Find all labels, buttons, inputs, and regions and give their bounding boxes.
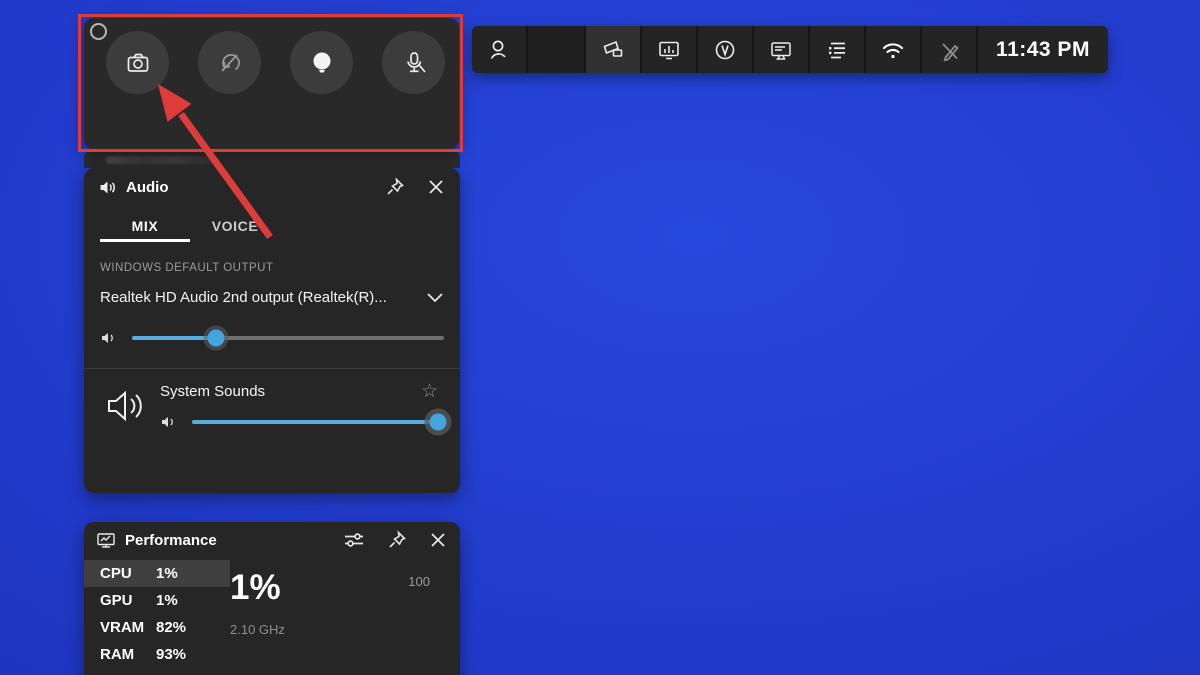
- metric-label: RAM: [100, 646, 135, 663]
- capture-widget: [84, 18, 459, 149]
- performance-body: CPU 1% GPU 1% VRAM 82% RAM 93% FPS 1% 2.…: [84, 560, 460, 675]
- start-recording-button[interactable]: [290, 31, 353, 94]
- network-status[interactable]: [866, 26, 920, 73]
- performance-widget-title: Performance: [125, 531, 217, 549]
- cpu-big-value: 1%: [230, 568, 281, 607]
- metric-row-gpu[interactable]: GPU 1%: [84, 587, 230, 614]
- sliders-icon: [342, 529, 366, 551]
- camera-icon: [123, 48, 153, 78]
- record-ring-icon: [712, 37, 738, 63]
- mic-toggle-button[interactable]: [382, 31, 445, 94]
- pen-disabled-icon: [936, 37, 962, 63]
- output-device-dropdown[interactable]: Realtek HD Audio 2nd output (Realtek(R).…: [100, 289, 444, 306]
- person-icon: [486, 37, 512, 63]
- capture-icon: [600, 37, 626, 63]
- metric-row-vram[interactable]: VRAM 82%: [84, 614, 230, 641]
- audio-widget: Audio MIX VOICE WINDOWS DEFAULT OUTPUT R…: [84, 168, 460, 493]
- metric-label: VRAM: [100, 619, 145, 636]
- favorite-star-icon[interactable]: ☆: [415, 381, 444, 402]
- chevron-down-icon: [426, 292, 444, 304]
- screenshot-button[interactable]: [106, 31, 169, 94]
- performance-widget: Performance CPU 1% GPU 1% VRAM 82% RAM 9…: [84, 522, 460, 675]
- close-icon: [428, 530, 448, 550]
- cpu-clock-speed: 2.10 GHz: [230, 622, 285, 637]
- obscured-widget-title: [106, 156, 216, 164]
- speaker-loud-icon: [100, 381, 152, 430]
- system-sounds-section: System Sounds ☆: [84, 368, 460, 446]
- wifi-icon: [879, 36, 907, 64]
- system-sounds-label: System Sounds: [160, 383, 266, 400]
- tab-mix[interactable]: MIX: [100, 210, 190, 242]
- desktop: 11:43 PM Audio MIX VOICE WINDOWS DEFAULT…: [0, 0, 1200, 675]
- metric-row-ram[interactable]: RAM 93%: [84, 641, 230, 668]
- metric-value: 82%: [156, 619, 187, 636]
- monitor-icon: [96, 531, 116, 549]
- resources-widget-toggle[interactable]: [810, 26, 864, 73]
- output-device-name: Realtek HD Audio 2nd output (Realtek(R).…: [100, 289, 387, 306]
- audio-tabs: MIX VOICE: [100, 210, 444, 242]
- display-overlay-icon: [768, 37, 794, 63]
- tab-voice[interactable]: VOICE: [190, 210, 280, 242]
- third-party-widget-toggle[interactable]: [698, 26, 752, 73]
- performance-widget-toggle[interactable]: [642, 26, 696, 73]
- system-sounds-volume-row: [160, 413, 447, 431]
- record-last-icon: [215, 48, 245, 78]
- system-sounds-slider[interactable]: [192, 413, 447, 431]
- close-icon: [426, 177, 446, 197]
- chart-axis-max: 100: [408, 574, 430, 589]
- master-volume-row: [100, 329, 444, 347]
- partially-hidden-widget: [84, 151, 460, 168]
- pin-button[interactable]: [386, 529, 408, 551]
- audio-widget-header: Audio: [84, 168, 460, 206]
- performance-widget-header: Performance: [84, 522, 460, 558]
- master-volume-slider[interactable]: [132, 329, 444, 347]
- pin-icon: [386, 529, 408, 551]
- display-overlay-toggle[interactable]: [754, 26, 808, 73]
- social-button[interactable]: [472, 26, 526, 73]
- record-dot-icon: [307, 48, 337, 78]
- pin-icon: [384, 176, 406, 198]
- clock: 11:43 PM: [978, 26, 1108, 73]
- capture-widget-toggle[interactable]: [586, 26, 640, 73]
- small-speaker-icon: [160, 414, 180, 430]
- small-speaker-icon: [100, 330, 120, 346]
- close-button[interactable]: [428, 530, 448, 550]
- resources-list-icon: [824, 37, 850, 63]
- metric-value: 1%: [156, 565, 178, 582]
- pin-button[interactable]: [384, 176, 406, 198]
- pen-button-disabled[interactable]: [922, 26, 976, 73]
- close-button[interactable]: [426, 177, 446, 197]
- mic-off-icon: [399, 48, 429, 78]
- record-last-button[interactable]: [198, 31, 261, 94]
- performance-icon: [656, 37, 682, 63]
- metric-label: GPU: [100, 592, 133, 609]
- audio-speaker-icon: [98, 178, 117, 197]
- slider-thumb[interactable]: [207, 329, 225, 347]
- toolbar-spacer: [528, 26, 584, 73]
- metric-value: 1%: [156, 592, 178, 609]
- performance-options-button[interactable]: [342, 529, 366, 551]
- output-section-label: WINDOWS DEFAULT OUTPUT: [100, 262, 274, 274]
- small-circle-indicator: [90, 23, 107, 40]
- metric-row-fps[interactable]: FPS: [84, 668, 230, 675]
- metric-value: 93%: [156, 646, 187, 663]
- slider-fill: [192, 420, 444, 424]
- metric-row-cpu[interactable]: CPU 1%: [84, 560, 230, 587]
- game-bar-toolbar: 11:43 PM: [472, 26, 1108, 73]
- slider-thumb[interactable]: [429, 413, 447, 431]
- audio-widget-title: Audio: [126, 178, 169, 196]
- metric-label: CPU: [100, 565, 132, 582]
- slider-fill: [132, 336, 217, 340]
